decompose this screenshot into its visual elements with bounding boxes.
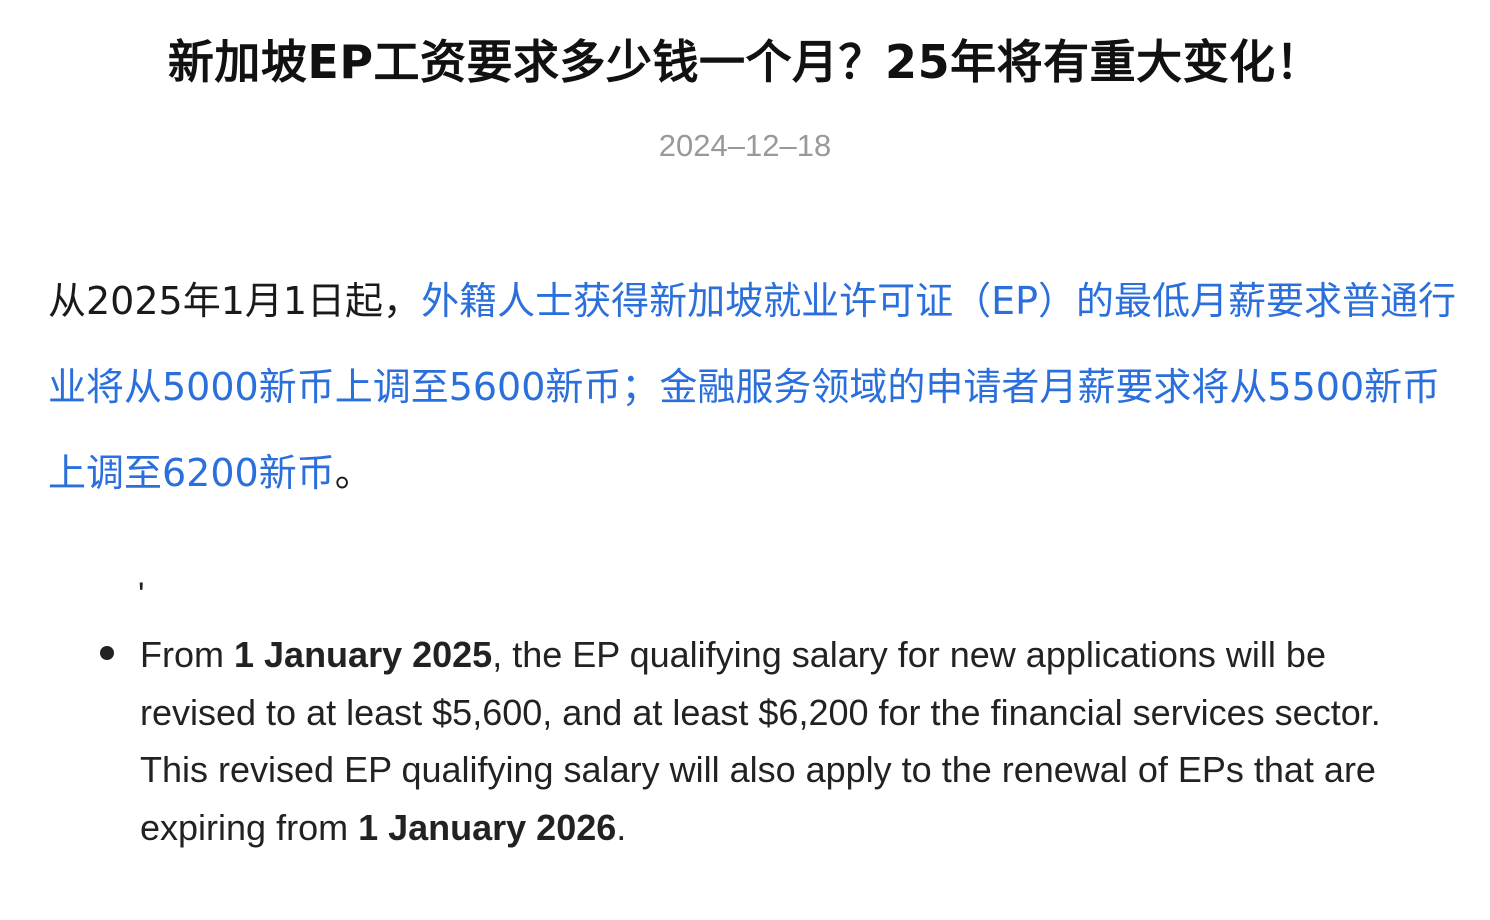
bullet-p1-date: 1 January 2025: [234, 634, 493, 675]
intro-tail: 。: [334, 451, 373, 495]
bullet-p1-prefix: From: [140, 634, 234, 675]
stray-mark: ': [138, 576, 145, 614]
bullet-p2-tail: .: [616, 806, 627, 848]
intro-paragraph: 从2025年1月1日起，外籍人士获得新加坡就业许可证（EP）的最低月薪要求普通行…: [48, 258, 1468, 516]
publish-date: 2024–12–18: [658, 128, 832, 163]
quoted-excerpt: ' From 1 January 2025, the EP qualifying…: [0, 570, 1490, 920]
bullet-item: From 1 January 2025, the EP qualifying s…: [140, 626, 1410, 856]
bullet-p2-date: 1 January 2026: [358, 806, 617, 848]
bullet-dot-icon: [100, 646, 114, 660]
article-title: 新加坡EP工资要求多少钱一个月？25年将有重大变化！: [167, 35, 1323, 89]
intro-lead: 从2025年1月1日起，: [48, 279, 422, 323]
bullet-p2-prefix: This revised EP qualifying salary will a…: [140, 749, 1376, 848]
